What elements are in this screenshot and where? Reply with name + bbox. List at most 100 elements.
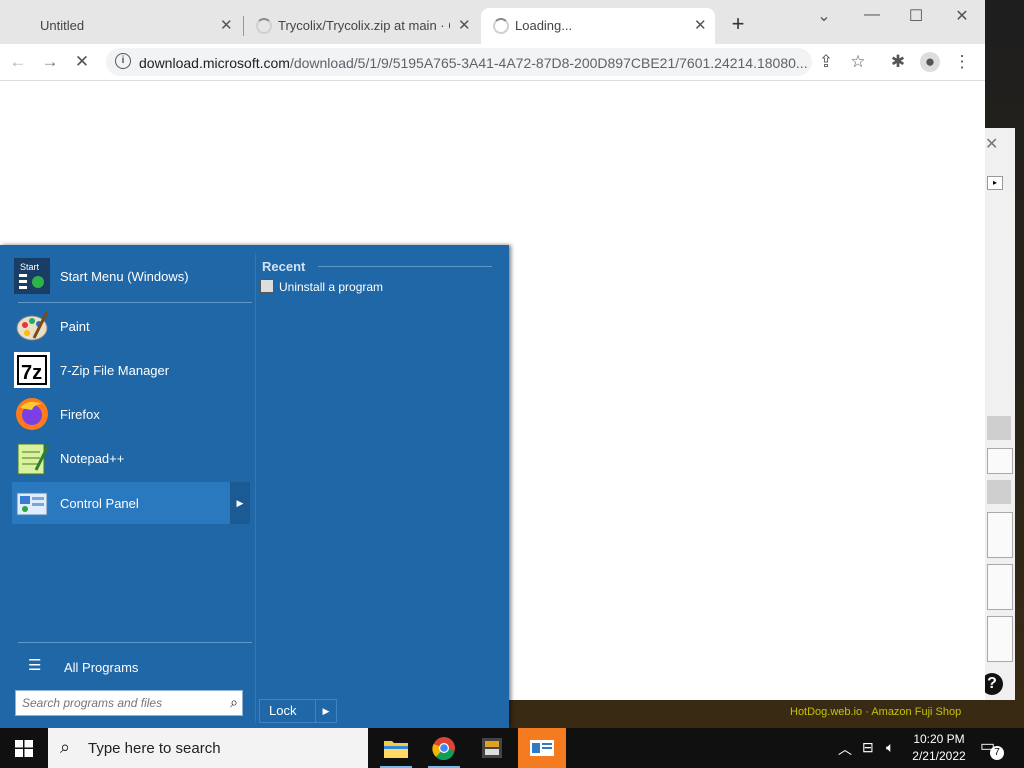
close-icon[interactable]: ✕	[458, 16, 471, 34]
all-programs-label: All Programs	[64, 660, 139, 675]
url-text[interactable]: download.microsoft.com/download/5/1/9/51…	[139, 55, 808, 71]
profile-avatar-icon[interactable]: ●	[920, 52, 940, 72]
tab-label: Trycolix/Trycolix.zip at main · Git	[278, 18, 450, 33]
program-label: Paint	[60, 319, 90, 334]
window-app-icon	[530, 740, 554, 756]
notification-count-badge: 7	[990, 746, 1004, 760]
scroll-arrow-icon[interactable]: ▸	[987, 176, 1003, 190]
background-window: ✕ ▸ ?	[980, 128, 1015, 700]
film-app-icon	[482, 738, 502, 758]
clock-date: 2/21/2022	[912, 749, 966, 763]
clock-time: 10:20 PM	[913, 732, 965, 746]
maximize-icon[interactable]: ☐	[904, 6, 928, 26]
tab-untitled[interactable]: Untitled ✕	[10, 8, 242, 44]
program-7zip[interactable]: 7z 7-Zip File Manager	[12, 349, 250, 393]
taskbar-app[interactable]	[468, 728, 516, 768]
extensions-icon[interactable]: ✱	[888, 52, 908, 72]
start-search-input[interactable]	[20, 693, 220, 713]
lock-options-arrow-icon[interactable]: ▶	[315, 700, 336, 722]
divider	[18, 642, 252, 643]
lock-label: Lock	[269, 703, 297, 718]
program-label: Notepad++	[60, 451, 125, 466]
paint-icon	[14, 308, 50, 344]
recent-heading: Recent	[262, 259, 306, 274]
control-panel-icon	[14, 485, 50, 521]
svg-text:7z: 7z	[21, 362, 42, 384]
start-menu-programs-pane: Start Start Menu (Windows) Paint 7z 7-Zi…	[8, 253, 252, 723]
recent-item-label: Uninstall a program	[279, 280, 384, 294]
start-button[interactable]	[0, 728, 48, 768]
site-info-icon[interactable]: i	[115, 53, 131, 69]
all-programs-button[interactable]: ☰ All Programs	[16, 656, 256, 680]
program-label: 7-Zip File Manager	[60, 363, 170, 378]
minimize-icon[interactable]: —	[860, 6, 884, 24]
program-start-menu-windows[interactable]: Start Start Menu (Windows)	[12, 255, 250, 299]
search-icon: ⌕	[60, 737, 71, 757]
loading-spinner-icon	[493, 18, 509, 34]
divider	[18, 302, 252, 303]
tab-loading[interactable]: Loading... ✕	[481, 8, 715, 44]
chrome-icon	[432, 737, 455, 760]
program-notepadpp[interactable]: Notepad++	[12, 437, 250, 481]
notepadpp-icon	[14, 440, 50, 476]
recent-item-uninstall[interactable]: Uninstall a program	[260, 279, 383, 299]
show-hidden-icons-icon[interactable]: ︿	[838, 739, 852, 759]
windows-logo-icon	[15, 740, 33, 757]
program-label: Control Panel	[60, 496, 139, 511]
start-menu-recent-pane: Recent Uninstall a program Lock ▶	[255, 253, 506, 723]
loading-spinner-icon	[256, 18, 272, 34]
url-path: /download/5/1/9/5195A765-3A41-4A72-87D8-…	[289, 55, 808, 71]
close-icon[interactable]: ✕	[694, 16, 707, 34]
browser-toolbar: ← → ✕ i download.microsoft.com/download/…	[0, 44, 985, 81]
tab-label: Loading...	[515, 18, 573, 33]
background-field	[987, 480, 1011, 504]
close-icon[interactable]: ✕	[985, 134, 998, 154]
start-menu: Start Start Menu (Windows) Paint 7z 7-Zi…	[0, 245, 509, 728]
tab-trycolix[interactable]: Trycolix/Trycolix.zip at main · Git ✕	[246, 8, 478, 44]
start-menu-icon: Start	[14, 258, 50, 294]
background-link-text: HotDog.web.io · Amazon Fuji Shop	[790, 706, 962, 718]
bookmark-star-icon[interactable]: ☆	[848, 52, 868, 72]
taskbar-start-menu-app[interactable]	[518, 728, 566, 768]
background-field	[987, 416, 1011, 440]
address-bar[interactable]: i download.microsoft.com/download/5/1/9/…	[106, 48, 812, 76]
taskbar-clock[interactable]: 10:20 PM 2/21/2022	[906, 731, 972, 765]
taskbar-file-explorer[interactable]	[372, 728, 420, 768]
close-icon[interactable]: ✕	[220, 16, 233, 34]
program-control-panel[interactable]: Control Panel ▶	[12, 482, 250, 524]
tab-divider	[243, 16, 244, 36]
new-tab-button[interactable]: +	[728, 12, 748, 36]
taskbar-chrome[interactable]	[420, 728, 468, 768]
notification-center-button[interactable]: ▭ 7	[980, 736, 1006, 760]
firefox-icon	[14, 396, 50, 432]
stop-loading-icon[interactable]: ✕	[72, 52, 92, 72]
network-icon[interactable]: ⊟	[862, 739, 874, 756]
program-firefox[interactable]: Firefox	[12, 393, 250, 437]
tab-search-icon[interactable]: ⌄	[812, 6, 836, 26]
background-field	[987, 616, 1013, 662]
submenu-arrow-icon[interactable]: ▶	[230, 482, 250, 524]
taskbar: ⌕ Type here to search ︿ ⊟ 🔈︎ 10:20 PM 2/…	[0, 728, 1024, 768]
background-field	[987, 564, 1013, 610]
volume-icon[interactable]: 🔈︎	[886, 739, 894, 756]
start-search-box[interactable]: ⌕	[15, 690, 243, 716]
program-paint[interactable]: Paint	[12, 305, 250, 349]
background-field	[987, 512, 1013, 558]
forward-icon[interactable]: →	[40, 52, 60, 72]
share-icon[interactable]: ⇪	[816, 52, 836, 72]
tab-label: Untitled	[40, 18, 85, 33]
lock-button[interactable]: Lock ▶	[259, 699, 337, 723]
close-window-icon[interactable]: ✕	[950, 6, 974, 26]
program-label: Firefox	[60, 407, 100, 422]
7zip-icon: 7z	[14, 352, 50, 388]
background-field	[987, 448, 1013, 474]
search-icon[interactable]: ⌕	[230, 694, 238, 711]
back-icon[interactable]: ←	[8, 52, 28, 72]
taskbar-search-box[interactable]: ⌕ Type here to search	[48, 728, 368, 768]
tab-strip: Untitled ✕ Trycolix/Trycolix.zip at main…	[0, 0, 985, 44]
menu-kebab-icon[interactable]: ⋮	[952, 52, 972, 72]
url-host: download.microsoft.com	[139, 55, 290, 71]
svg-text:Start: Start	[20, 262, 40, 272]
taskbar-search-placeholder: Type here to search	[88, 740, 221, 757]
uninstall-icon	[260, 279, 274, 293]
